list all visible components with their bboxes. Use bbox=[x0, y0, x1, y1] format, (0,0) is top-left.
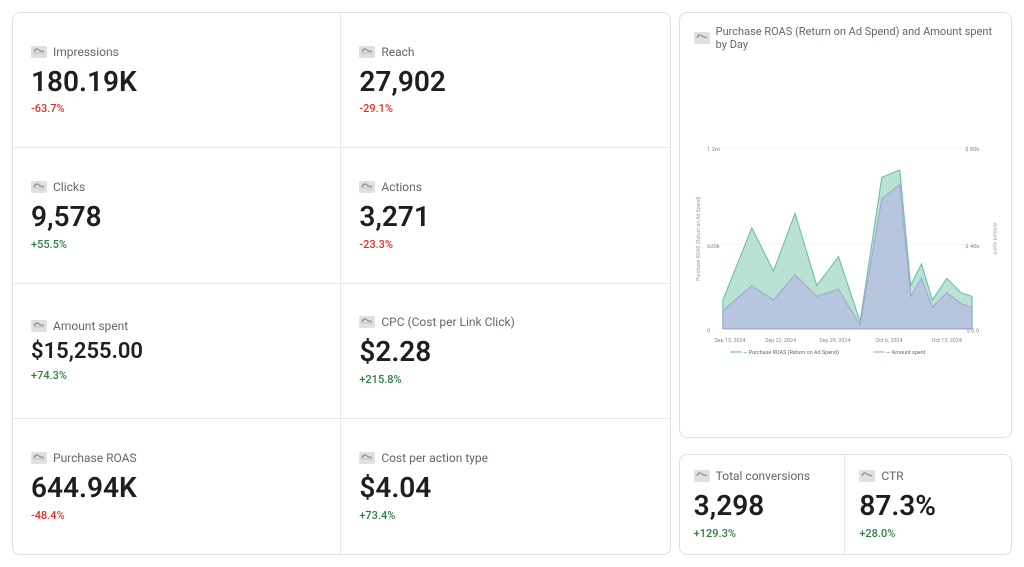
cost-per-action-icon bbox=[359, 452, 375, 464]
chart-area: 1.2m 600k 0 $ 80k $ 40k $ 0.0 Purchase R… bbox=[694, 59, 997, 425]
total-conversions-label: Total conversions bbox=[716, 469, 810, 483]
reach-change: -29.1% bbox=[359, 102, 651, 115]
metrics-panel: Impressions 180.19K -63.7% Reach 27,902 … bbox=[12, 12, 671, 555]
cpc-icon bbox=[359, 316, 375, 328]
metric-total-conversions: Total conversions 3,298 +129.3% bbox=[680, 455, 846, 554]
impressions-change: -63.7% bbox=[31, 102, 322, 115]
svg-text:0: 0 bbox=[707, 328, 710, 334]
svg-text:Oct 6, 2024: Oct 6, 2024 bbox=[875, 338, 902, 344]
bottom-metrics-panel: Total conversions 3,298 +129.3% CTR 87.3… bbox=[679, 454, 1012, 555]
impressions-label: Impressions bbox=[53, 45, 119, 59]
svg-text:Sep 29, 2024: Sep 29, 2024 bbox=[819, 338, 850, 344]
actions-value: 3,271 bbox=[359, 200, 651, 234]
cost-per-action-label: Cost per action type bbox=[381, 451, 488, 465]
svg-text:$ 40k: $ 40k bbox=[965, 243, 979, 250]
svg-text:1.2m: 1.2m bbox=[707, 147, 720, 153]
metric-impressions: Impressions 180.19K -63.7% bbox=[13, 13, 341, 148]
clicks-value: 9,578 bbox=[31, 200, 322, 234]
total-conversions-icon bbox=[694, 470, 710, 482]
metric-clicks: Clicks 9,578 +55.5% bbox=[13, 148, 341, 283]
purchase-roas-icon bbox=[31, 452, 47, 464]
total-conversions-value: 3,298 bbox=[694, 489, 831, 523]
total-conversions-change: +129.3% bbox=[694, 527, 831, 540]
cost-per-action-change: +73.4% bbox=[359, 509, 651, 522]
cpc-value: $2.28 bbox=[359, 335, 651, 369]
impressions-value: 180.19K bbox=[31, 65, 322, 99]
metric-amount-spent: Amount spent $15,255.00 +74.3% bbox=[13, 284, 341, 419]
ctr-change: +28.0% bbox=[859, 527, 997, 540]
metric-purchase-roas: Purchase ROAS 644.94K -48.4% bbox=[13, 419, 341, 554]
metric-reach: Reach 27,902 -29.1% bbox=[341, 13, 669, 148]
amount-spent-icon bbox=[31, 320, 47, 332]
amount-spent-change: +74.3% bbox=[31, 369, 322, 382]
chart-title: Purchase ROAS (Return on Ad Spend) and A… bbox=[716, 25, 997, 51]
dashboard: Impressions 180.19K -63.7% Reach 27,902 … bbox=[0, 0, 1024, 567]
svg-text:600k: 600k bbox=[707, 244, 720, 250]
amount-spent-value: $15,255.00 bbox=[31, 339, 322, 365]
actions-change: -23.3% bbox=[359, 238, 651, 251]
chart-icon bbox=[694, 32, 710, 44]
purchase-roas-value: 644.94K bbox=[31, 471, 322, 505]
ctr-label: CTR bbox=[881, 469, 903, 483]
svg-text:— Purchase ROAS (Return on Ad: — Purchase ROAS (Return on Ad Spend) bbox=[743, 349, 839, 356]
clicks-icon bbox=[31, 181, 47, 193]
svg-text:— Amount spent: — Amount spent bbox=[886, 350, 926, 356]
chart-panel: Purchase ROAS (Return on Ad Spend) and A… bbox=[679, 12, 1012, 438]
metric-cost-per-action: Cost per action type $4.04 +73.4% bbox=[341, 419, 669, 554]
cost-per-action-value: $4.04 bbox=[359, 471, 651, 505]
actions-icon bbox=[359, 181, 375, 193]
chart-svg: 1.2m 600k 0 $ 80k $ 40k $ 0.0 Purchase R… bbox=[694, 59, 997, 425]
purchase-roas-label: Purchase ROAS bbox=[53, 451, 137, 465]
svg-text:Sep 22, 2024: Sep 22, 2024 bbox=[765, 338, 796, 344]
metric-ctr: CTR 87.3% +28.0% bbox=[845, 455, 1011, 554]
svg-text:Amount spent: Amount spent bbox=[991, 223, 997, 255]
svg-text:Sep 15, 2024: Sep 15, 2024 bbox=[714, 338, 745, 344]
reach-value: 27,902 bbox=[359, 65, 651, 99]
clicks-change: +55.5% bbox=[31, 238, 322, 251]
ctr-value: 87.3% bbox=[859, 489, 997, 523]
metric-actions: Actions 3,271 -23.3% bbox=[341, 148, 669, 283]
purchase-roas-change: -48.4% bbox=[31, 509, 322, 522]
metric-cpc: CPC (Cost per Link Click) $2.28 +215.8% bbox=[341, 284, 669, 419]
amount-spent-label: Amount spent bbox=[53, 319, 128, 333]
cpc-change: +215.8% bbox=[359, 373, 651, 386]
clicks-label: Clicks bbox=[53, 180, 85, 194]
actions-label: Actions bbox=[381, 180, 422, 194]
reach-icon bbox=[359, 46, 375, 58]
svg-text:Purchase ROAS (Return on Ad Sp: Purchase ROAS (Return on Ad Spend) bbox=[694, 196, 701, 281]
reach-label: Reach bbox=[381, 45, 414, 59]
svg-text:$ 80k: $ 80k bbox=[965, 146, 979, 153]
ctr-icon bbox=[859, 470, 875, 482]
cpc-label: CPC (Cost per Link Click) bbox=[381, 315, 514, 329]
svg-text:Oct 13, 2024: Oct 13, 2024 bbox=[931, 338, 961, 344]
impressions-icon bbox=[31, 46, 47, 58]
